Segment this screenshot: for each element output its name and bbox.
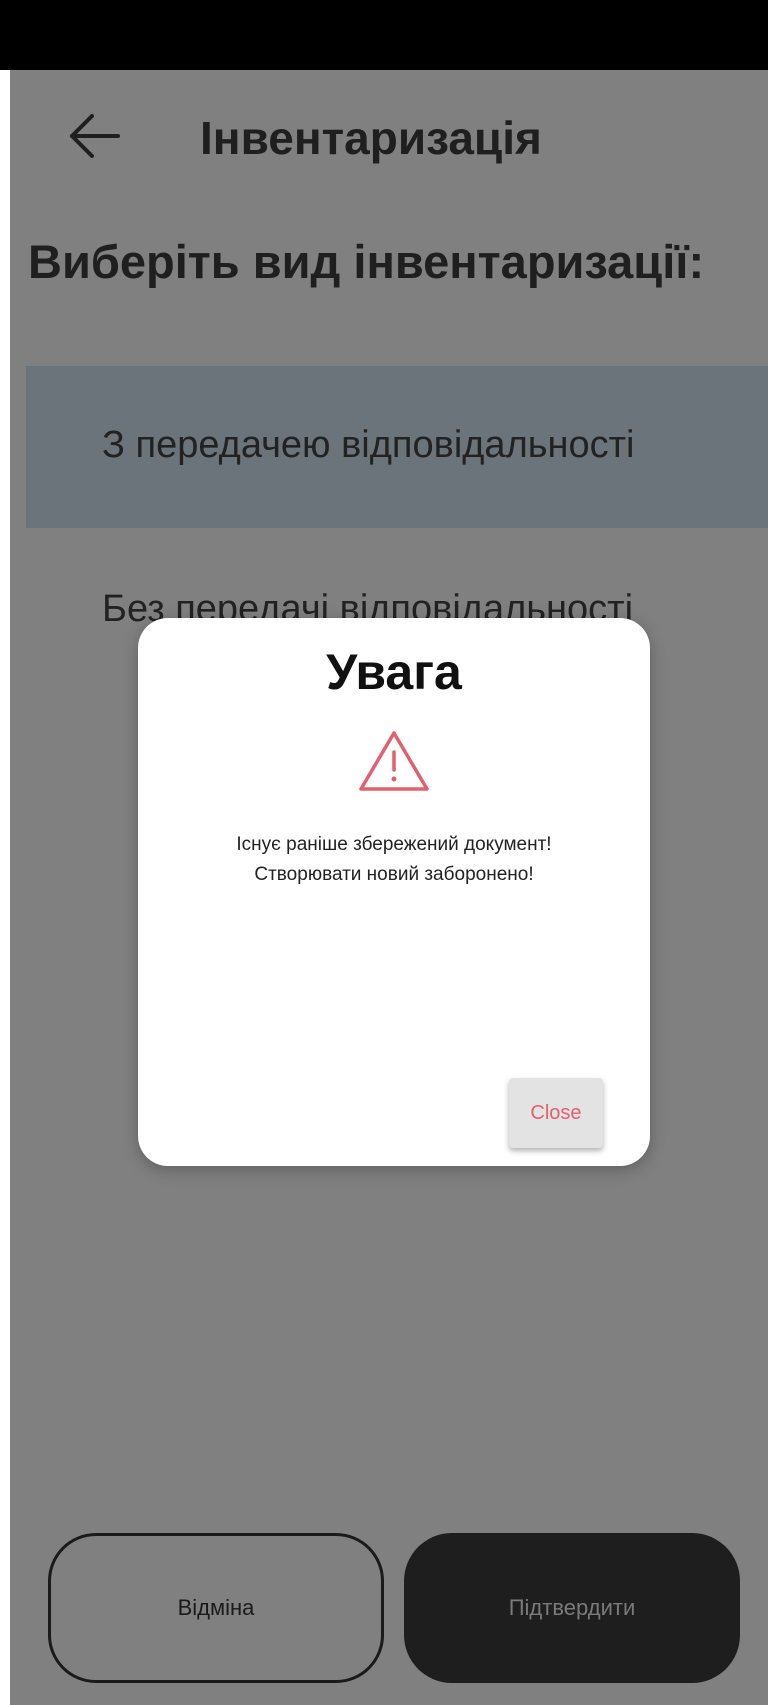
dialog-message: Існує раніше збережений документ! Створю… (138, 830, 650, 890)
option-label: З передачею відповідальності (102, 424, 635, 466)
cancel-button[interactable]: Відміна (48, 1533, 384, 1683)
dialog-message-line: Існує раніше збережений документ! (236, 834, 552, 855)
section-title: Виберіть вид інвентаризації: (28, 235, 705, 288)
warning-dialog: Увага Існує раніше збережений документ! … (138, 618, 650, 1166)
option-with-responsibility-transfer[interactable]: З передачею відповідальності (26, 366, 768, 528)
confirm-button[interactable]: Підтвердити (404, 1533, 740, 1683)
dialog-message-line: Створювати новий заборонено! (254, 864, 534, 885)
close-button[interactable]: Close (509, 1078, 603, 1148)
status-bar (0, 0, 768, 70)
warning-triangle-icon (357, 728, 431, 794)
page-title: Інвентаризація (200, 112, 542, 164)
back-arrow-icon[interactable] (58, 108, 128, 164)
dialog-title: Увага (326, 644, 462, 700)
screen-edge (0, 70, 10, 1705)
